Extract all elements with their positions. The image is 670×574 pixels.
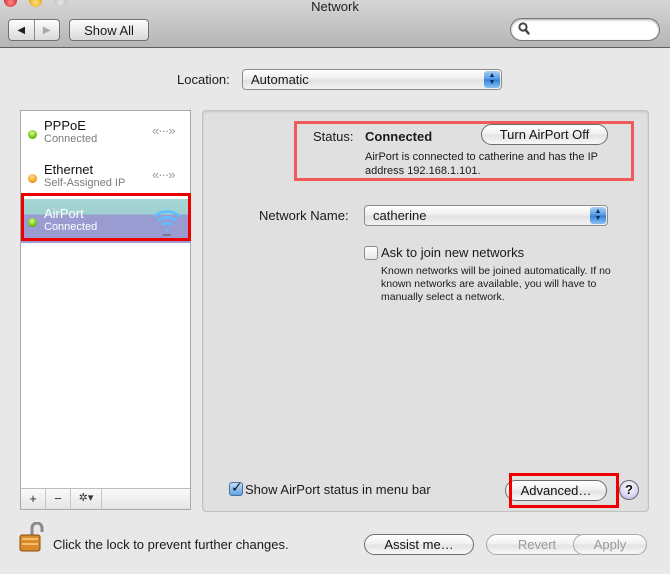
location-label: Location:: [177, 72, 230, 87]
window-titlebar: Network ◀ ▶ Show All: [0, 0, 670, 48]
show-all-button[interactable]: Show All: [69, 19, 149, 41]
ethernet-arrows-icon: «···»: [152, 167, 175, 182]
service-list-toolbar: + − ✲▾: [21, 488, 190, 509]
status-description: AirPort is connected to catherine and ha…: [365, 151, 598, 177]
wifi-icon: [153, 210, 181, 236]
service-status: Connected: [44, 133, 98, 145]
service-status: Connected: [44, 221, 98, 233]
lock-message: Click the lock to prevent further change…: [53, 537, 289, 552]
location-select[interactable]: Automatic ▲ ▼: [242, 69, 502, 90]
search-field[interactable]: [510, 18, 660, 41]
unlocked-padlock-icon[interactable]: [18, 522, 48, 554]
status-indicator-green-icon: [28, 218, 37, 227]
advanced-button[interactable]: Advanced…: [505, 480, 607, 501]
service-name: AirPort: [44, 206, 84, 221]
status-label: Status:: [313, 129, 354, 144]
assist-me-button[interactable]: Assist me…: [364, 534, 474, 555]
show-airport-status-checkbox[interactable]: [229, 479, 243, 496]
back-arrow-icon: ◀: [17, 24, 26, 36]
ethernet-arrows-icon: «···»: [152, 123, 175, 138]
network-name-select[interactable]: catherine ▲ ▼: [364, 205, 608, 226]
network-name-value: catherine: [373, 208, 427, 223]
apply-button[interactable]: Apply: [573, 534, 647, 555]
back-button[interactable]: ◀: [9, 20, 34, 40]
service-item-pppoe[interactable]: PPPoE Connected «···»: [21, 111, 190, 155]
ask-to-join-description: Known networks will be joined automatica…: [381, 265, 611, 303]
status-value: Connected: [365, 129, 433, 144]
service-item-airport[interactable]: AirPort Connected: [21, 199, 190, 243]
location-value: Automatic: [251, 72, 309, 87]
add-service-button[interactable]: +: [21, 489, 46, 509]
remove-service-button[interactable]: −: [46, 489, 71, 509]
popup-arrows-icon: ▲ ▼: [590, 207, 606, 224]
popup-arrows-icon: ▲ ▼: [484, 71, 500, 88]
service-list: PPPoE Connected «···» Ethernet Self-Assi…: [20, 110, 191, 510]
network-name-label: Network Name:: [259, 208, 349, 223]
back-forward-control: ◀ ▶: [8, 19, 60, 41]
ask-to-join-checkbox[interactable]: [364, 246, 378, 260]
service-item-ethernet[interactable]: Ethernet Self-Assigned IP «···»: [21, 155, 190, 199]
forward-arrow-icon: ▶: [42, 24, 51, 36]
service-name: PPPoE: [44, 118, 86, 133]
turn-airport-off-button[interactable]: Turn AirPort Off: [481, 124, 608, 145]
window-title: Network: [311, 0, 359, 14]
service-status: Self-Assigned IP: [44, 177, 126, 189]
show-airport-status-label[interactable]: Show AirPort status in menu bar: [245, 482, 431, 497]
ask-to-join-label[interactable]: Ask to join new networks: [381, 245, 524, 260]
forward-button[interactable]: ▶: [33, 20, 60, 40]
help-button[interactable]: ?: [619, 480, 639, 500]
status-indicator-orange-icon: [28, 174, 37, 183]
status-indicator-green-icon: [28, 130, 37, 139]
service-name: Ethernet: [44, 162, 94, 177]
search-icon: [518, 22, 530, 35]
search-input[interactable]: [533, 21, 653, 38]
gear-menu-button[interactable]: ✲▾: [71, 489, 102, 509]
